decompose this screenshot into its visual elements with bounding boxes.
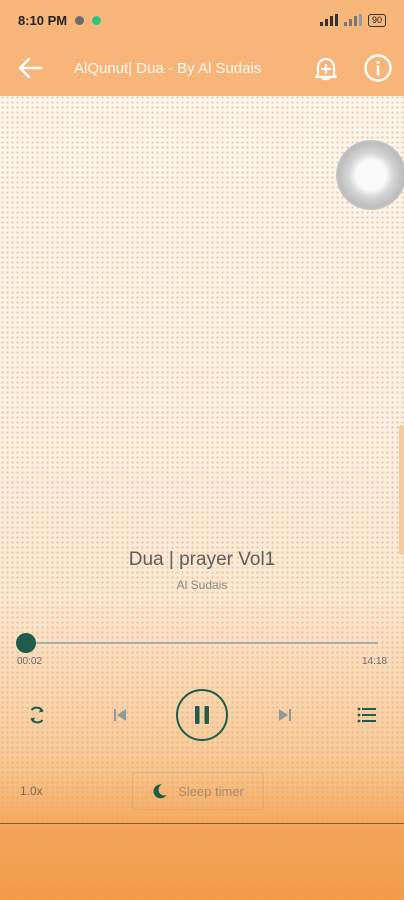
pause-icon [176,689,228,741]
back-arrow-icon [18,57,43,79]
notification-icons [75,15,102,25]
toolbar: AlQunut| Dua - By Al Sudais [0,40,404,96]
playback-controls [0,688,404,742]
sleep-timer-label: Sleep timer [178,783,244,799]
skip-previous-icon [114,709,126,721]
status-time: 8:10 PM [18,12,68,28]
info-button[interactable] [352,40,404,96]
app-notification-icon [92,15,102,25]
add-alarm-button[interactable] [300,40,352,96]
playlist-button[interactable] [352,700,382,730]
signal-icon [319,14,338,26]
playlist-icon [357,707,376,723]
status-bar: 8:10 PM 90 [0,0,404,40]
repeat-button[interactable] [22,700,52,730]
page-title: AlQunut| Dua - By Al Sudais [74,59,262,77]
moon-icon [153,784,167,799]
divider [0,823,404,824]
seek-bar[interactable] [26,642,378,644]
battery-icon: 90 [367,13,386,27]
info-icon [364,54,392,82]
pause-button[interactable] [175,688,229,742]
skip-previous-button[interactable] [105,700,135,730]
floating-bubble-button[interactable] [336,140,404,210]
seek-thumb[interactable] [16,633,36,653]
total-duration: 14:18 [362,656,388,667]
skip-next-icon [279,709,291,721]
track-artist: Al Sudais [176,578,228,592]
repeat-icon [30,706,44,724]
status-right: 90 [319,13,386,27]
current-time: 00:02 [17,656,43,667]
playback-speed-button[interactable]: 1.0x [20,784,43,798]
track-title: Dua | prayer Vol1 [128,549,276,570]
back-button[interactable] [0,40,60,96]
skip-next-button[interactable] [270,700,300,730]
notification-icon [75,15,85,25]
add-alarm-icon [314,57,338,81]
edge-handle[interactable] [399,425,404,555]
sleep-timer-button[interactable]: Sleep timer [132,772,264,810]
signal-2-icon [343,14,362,26]
